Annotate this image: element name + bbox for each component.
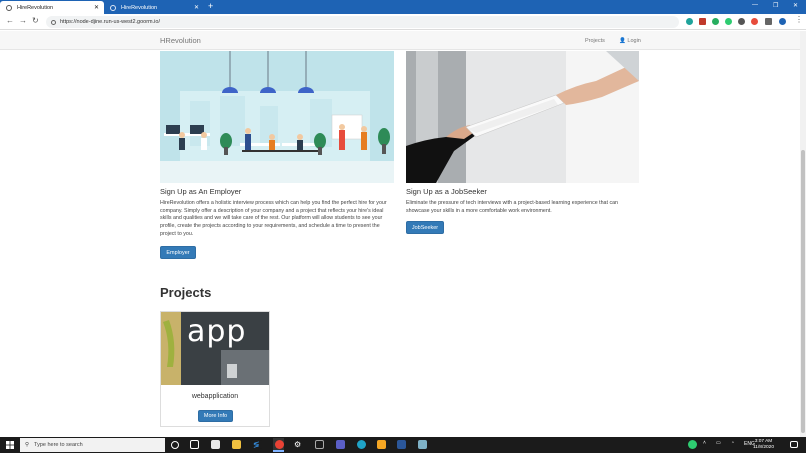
app-icon[interactable] <box>315 440 324 449</box>
chrome-icon <box>275 440 284 449</box>
app-icon[interactable] <box>418 440 427 449</box>
employer-heading: Sign Up as An Employer <box>160 187 242 196</box>
site-navbar: HRevolution Projects 👤 Login <box>0 31 800 50</box>
brand-logo[interactable]: HRevolution <box>160 36 201 45</box>
windows-taskbar: ⚲ Type here to search ≶ ⚙ ˄ ▭ ◔ ENG 3:07… <box>0 437 806 453</box>
project-card-title: webapplication <box>191 393 239 400</box>
restore-button[interactable]: ❐ <box>773 2 778 9</box>
tab-hirerevolution[interactable]: HireRevolution ✕ <box>104 1 204 14</box>
extension-icon[interactable] <box>725 18 732 25</box>
avatar[interactable] <box>779 18 786 25</box>
cortana-icon[interactable] <box>171 441 179 449</box>
info-icon[interactable] <box>51 19 56 25</box>
teams-icon[interactable] <box>336 440 345 449</box>
keyboard-icon[interactable]: ▭ <box>716 440 721 446</box>
employer-button[interactable]: Employer <box>160 246 196 259</box>
extension-icon[interactable] <box>751 18 758 25</box>
word-icon[interactable] <box>397 440 406 449</box>
puzzle-icon[interactable] <box>765 18 772 25</box>
forward-arrow-icon[interactable]: → <box>19 16 27 25</box>
nav-login[interactable]: 👤 Login <box>619 38 641 44</box>
vscode-icon[interactable]: ≶ <box>253 440 262 449</box>
close-icon[interactable]: ✕ <box>194 4 199 11</box>
chevron-up-icon[interactable]: ˄ <box>703 440 706 446</box>
url-text: https://node-djine.run-us-west2.goorm.io… <box>60 19 160 25</box>
tab-hirerevolution-active[interactable]: HireRevolution ✕ <box>0 1 104 14</box>
windows-start-icon[interactable] <box>6 441 14 449</box>
menu-dots-icon[interactable]: ⋮ <box>795 15 803 24</box>
scrollbar-thumb[interactable] <box>801 150 805 433</box>
new-tab-button[interactable]: + <box>208 1 213 11</box>
edge-icon[interactable] <box>357 440 366 449</box>
more-info-button[interactable]: More Info <box>198 410 233 422</box>
store-icon[interactable] <box>211 440 220 449</box>
projects-heading: Projects <box>160 285 212 300</box>
settings-gear-icon[interactable]: ⚙ <box>294 440 303 449</box>
employer-description: HireRevolution offers a holistic intervi… <box>160 200 387 237</box>
task-view-icon[interactable] <box>190 440 199 449</box>
project-card-image-text: app <box>187 314 247 349</box>
project-card-image: app <box>161 312 269 385</box>
minimize-button[interactable]: — <box>752 2 758 8</box>
extension-icon[interactable] <box>738 18 745 25</box>
browser-toolbar: ← → ↻ https://node-djine.run-us-west2.go… <box>0 14 806 30</box>
taskbar-search-placeholder: Type here to search <box>34 442 83 448</box>
tray-app-icon[interactable] <box>688 440 697 449</box>
back-arrow-icon[interactable]: ← <box>6 16 14 25</box>
close-icon[interactable]: ✕ <box>94 4 99 11</box>
notifications-icon[interactable] <box>790 441 798 448</box>
jobseeker-description: Eliminate the pressure of tech interview… <box>406 200 618 214</box>
globe-icon <box>110 4 116 11</box>
user-icon: 👤 <box>619 38 626 44</box>
jobseeker-button[interactable]: JobSeeker <box>406 221 444 234</box>
nav-projects[interactable]: Projects <box>585 38 605 44</box>
clock-date: 11/8/2020 <box>753 445 774 450</box>
taskbar-search-box[interactable]: ⚲ Type here to search <box>20 438 165 452</box>
jobseeker-heading: Sign Up as a JobSeeker <box>406 187 487 196</box>
tab-label: HireRevolution <box>121 4 158 11</box>
sublime-icon[interactable] <box>377 440 386 449</box>
extension-icon[interactable] <box>699 18 706 25</box>
window-close-button[interactable]: ✕ <box>793 2 798 9</box>
project-card: app webapplication More Info <box>160 311 270 427</box>
globe-icon <box>6 4 12 11</box>
taskbar-clock[interactable]: 3:07 AM 11/8/2020 <box>753 439 774 451</box>
network-icon[interactable]: ◔ <box>731 440 734 446</box>
reload-icon[interactable]: ↻ <box>32 16 39 25</box>
search-icon: ⚲ <box>25 442 30 448</box>
extension-icon[interactable] <box>712 18 719 25</box>
browser-tabstrip: HireRevolution ✕ HireRevolution ✕ + — ❐ … <box>0 0 806 14</box>
jobseeker-photo <box>406 51 639 183</box>
file-explorer-icon[interactable] <box>232 440 241 449</box>
nav-login-label: Login <box>627 38 641 44</box>
extension-icon[interactable] <box>686 18 693 25</box>
employer-illustration <box>160 51 394 183</box>
tab-label: HireRevolution <box>17 4 54 11</box>
address-bar[interactable]: https://node-djine.run-us-west2.goorm.io… <box>46 16 679 28</box>
